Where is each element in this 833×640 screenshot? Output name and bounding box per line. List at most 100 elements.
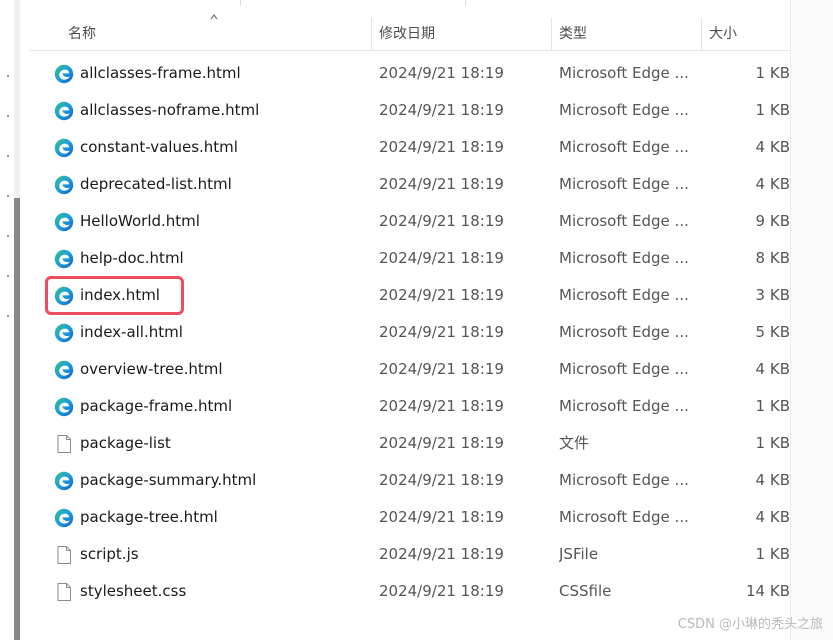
file-name: allclasses-frame.html bbox=[80, 64, 241, 82]
file-row[interactable]: package-tree.html 2024/9/21 18:19 Microsof… bbox=[30, 499, 790, 536]
file-type: Microsoft Edge ... bbox=[559, 397, 689, 415]
edge-icon bbox=[54, 323, 74, 343]
file-date-modified: 2024/9/21 18:19 bbox=[379, 138, 504, 156]
highlight-box bbox=[45, 276, 184, 315]
file-row[interactable]: package-frame.html 2024/9/21 18:19 Microso… bbox=[30, 388, 790, 425]
file-size: 4 KB bbox=[755, 471, 790, 489]
file-size: 4 KB bbox=[755, 138, 790, 156]
file-size: 4 KB bbox=[755, 508, 790, 526]
column-header-type[interactable]: 类型 bbox=[559, 18, 587, 50]
file-type: Microsoft Edge ... bbox=[559, 138, 689, 156]
file-type: Microsoft Edge ... bbox=[559, 471, 689, 489]
watermark: CSDN @小琳的秃头之旅 bbox=[677, 617, 823, 632]
column-header-date[interactable]: 修改日期 bbox=[379, 18, 435, 50]
file-date-modified: 2024/9/21 18:19 bbox=[379, 175, 504, 193]
tree-expander-icon[interactable] bbox=[7, 235, 9, 237]
file-name: stylesheet.css bbox=[80, 582, 187, 600]
file-name: script.js bbox=[80, 545, 139, 563]
file-size: 1 KB bbox=[755, 101, 790, 119]
file-size: 9 KB bbox=[755, 212, 790, 230]
file-size: 1 KB bbox=[755, 434, 790, 452]
edge-icon bbox=[54, 64, 74, 84]
tree-expander-icon[interactable] bbox=[7, 115, 9, 117]
file-row[interactable]: stylesheet.css 2024/9/21 18:19 CSSfile 14 K… bbox=[30, 573, 790, 610]
file-type: Microsoft Edge ... bbox=[559, 101, 689, 119]
tree-expander-icon[interactable] bbox=[7, 75, 9, 77]
column-resize-handle[interactable] bbox=[371, 18, 372, 50]
file-date-modified: 2024/9/21 18:19 bbox=[379, 323, 504, 341]
file-icon bbox=[57, 583, 71, 601]
file-type: Microsoft Edge ... bbox=[559, 249, 689, 267]
tree-expander-icon[interactable] bbox=[7, 275, 9, 277]
file-row[interactable]: HelloWorld.html 2024/9/21 18:19 Microsoft … bbox=[30, 203, 790, 240]
file-size: 4 KB bbox=[755, 175, 790, 193]
file-name: package-summary.html bbox=[80, 471, 257, 489]
file-date-modified: 2024/9/21 18:19 bbox=[379, 471, 504, 489]
column-header-size[interactable]: 大小 bbox=[709, 18, 737, 50]
file-name: HelloWorld.html bbox=[80, 212, 200, 230]
edge-icon bbox=[54, 249, 74, 269]
file-type: 文件 bbox=[559, 434, 590, 452]
file-name: index-all.html bbox=[80, 323, 183, 341]
file-name: package-list bbox=[80, 434, 171, 452]
right-edge bbox=[790, 0, 833, 640]
file-size: 5 KB bbox=[755, 323, 790, 341]
column-resize-handle[interactable] bbox=[701, 18, 702, 50]
file-row[interactable]: allclasses-noframe.html 2024/9/21 18:19 Mi… bbox=[30, 92, 790, 129]
tree-expander-icon[interactable] bbox=[7, 155, 9, 157]
file-type: Microsoft Edge ... bbox=[559, 175, 689, 193]
edge-icon bbox=[54, 175, 74, 195]
file-row[interactable]: deprecated-list.html 2024/9/21 18:19 Micro… bbox=[30, 166, 790, 203]
column-header-name[interactable]: 名称 bbox=[68, 18, 96, 50]
file-date-modified: 2024/9/21 18:19 bbox=[379, 545, 504, 563]
file-date-modified: 2024/9/21 18:19 bbox=[379, 508, 504, 526]
file-row[interactable]: constant-values.html 2024/9/21 18:19 Micro… bbox=[30, 129, 790, 166]
file-icon bbox=[57, 435, 71, 453]
column-resize-handle[interactable] bbox=[551, 18, 552, 50]
edge-icon bbox=[54, 360, 74, 380]
file-type: Microsoft Edge ... bbox=[559, 286, 689, 304]
file-row[interactable]: script.js 2024/9/21 18:19 JSFile 1 KB bbox=[30, 536, 790, 573]
edge-icon bbox=[54, 212, 74, 232]
file-date-modified: 2024/9/21 18:19 bbox=[379, 101, 504, 119]
file-name: help-doc.html bbox=[80, 249, 184, 267]
top-divider bbox=[30, 0, 790, 16]
file-type: Microsoft Edge ... bbox=[559, 508, 689, 526]
tree-expander-icon[interactable] bbox=[7, 315, 9, 317]
file-date-modified: 2024/9/21 18:19 bbox=[379, 64, 504, 82]
file-name: allclasses-noframe.html bbox=[80, 101, 260, 119]
edge-icon bbox=[54, 138, 74, 158]
file-size: 14 KB bbox=[746, 582, 790, 600]
file-size: 1 KB bbox=[755, 545, 790, 563]
scrollbar-thumb[interactable] bbox=[14, 198, 20, 640]
file-row[interactable]: index-all.html 2024/9/21 18:19 Microsoft E… bbox=[30, 314, 790, 351]
file-date-modified: 2024/9/21 18:19 bbox=[379, 286, 504, 304]
file-row[interactable]: help-doc.html 2024/9/21 18:19 Microsoft Ed… bbox=[30, 240, 790, 277]
file-size: 1 KB bbox=[755, 397, 790, 415]
file-row[interactable]: allclasses-frame.html 2024/9/21 18:19 Micr… bbox=[30, 55, 790, 92]
file-type: Microsoft Edge ... bbox=[559, 212, 689, 230]
file-size: 1 KB bbox=[755, 64, 790, 82]
file-row[interactable]: package-list 2024/9/21 18:19 文件 1 KB bbox=[30, 425, 790, 462]
edge-icon bbox=[54, 101, 74, 121]
edge-icon bbox=[54, 397, 74, 417]
file-row[interactable]: overview-tree.html 2024/9/21 18:19 Microso… bbox=[30, 351, 790, 388]
file-name: overview-tree.html bbox=[80, 360, 223, 378]
file-date-modified: 2024/9/21 18:19 bbox=[379, 397, 504, 415]
edge-icon bbox=[54, 471, 74, 491]
file-type: CSSfile bbox=[559, 582, 612, 600]
edge-icon bbox=[54, 508, 74, 528]
file-size: 3 KB bbox=[755, 286, 790, 304]
file-icon bbox=[57, 546, 71, 564]
file-type: JSFile bbox=[559, 545, 599, 563]
tree-expander-icon[interactable] bbox=[7, 195, 9, 197]
file-name: package-frame.html bbox=[80, 397, 233, 415]
file-size: 8 KB bbox=[755, 249, 790, 267]
file-date-modified: 2024/9/21 18:19 bbox=[379, 434, 504, 452]
file-row[interactable]: package-summary.html 2024/9/21 18:19 Micro… bbox=[30, 462, 790, 499]
file-type: Microsoft Edge ... bbox=[559, 64, 689, 82]
file-date-modified: 2024/9/21 18:19 bbox=[379, 582, 504, 600]
file-date-modified: 2024/9/21 18:19 bbox=[379, 212, 504, 230]
file-name: deprecated-list.html bbox=[80, 175, 232, 193]
file-type: Microsoft Edge ... bbox=[559, 360, 689, 378]
